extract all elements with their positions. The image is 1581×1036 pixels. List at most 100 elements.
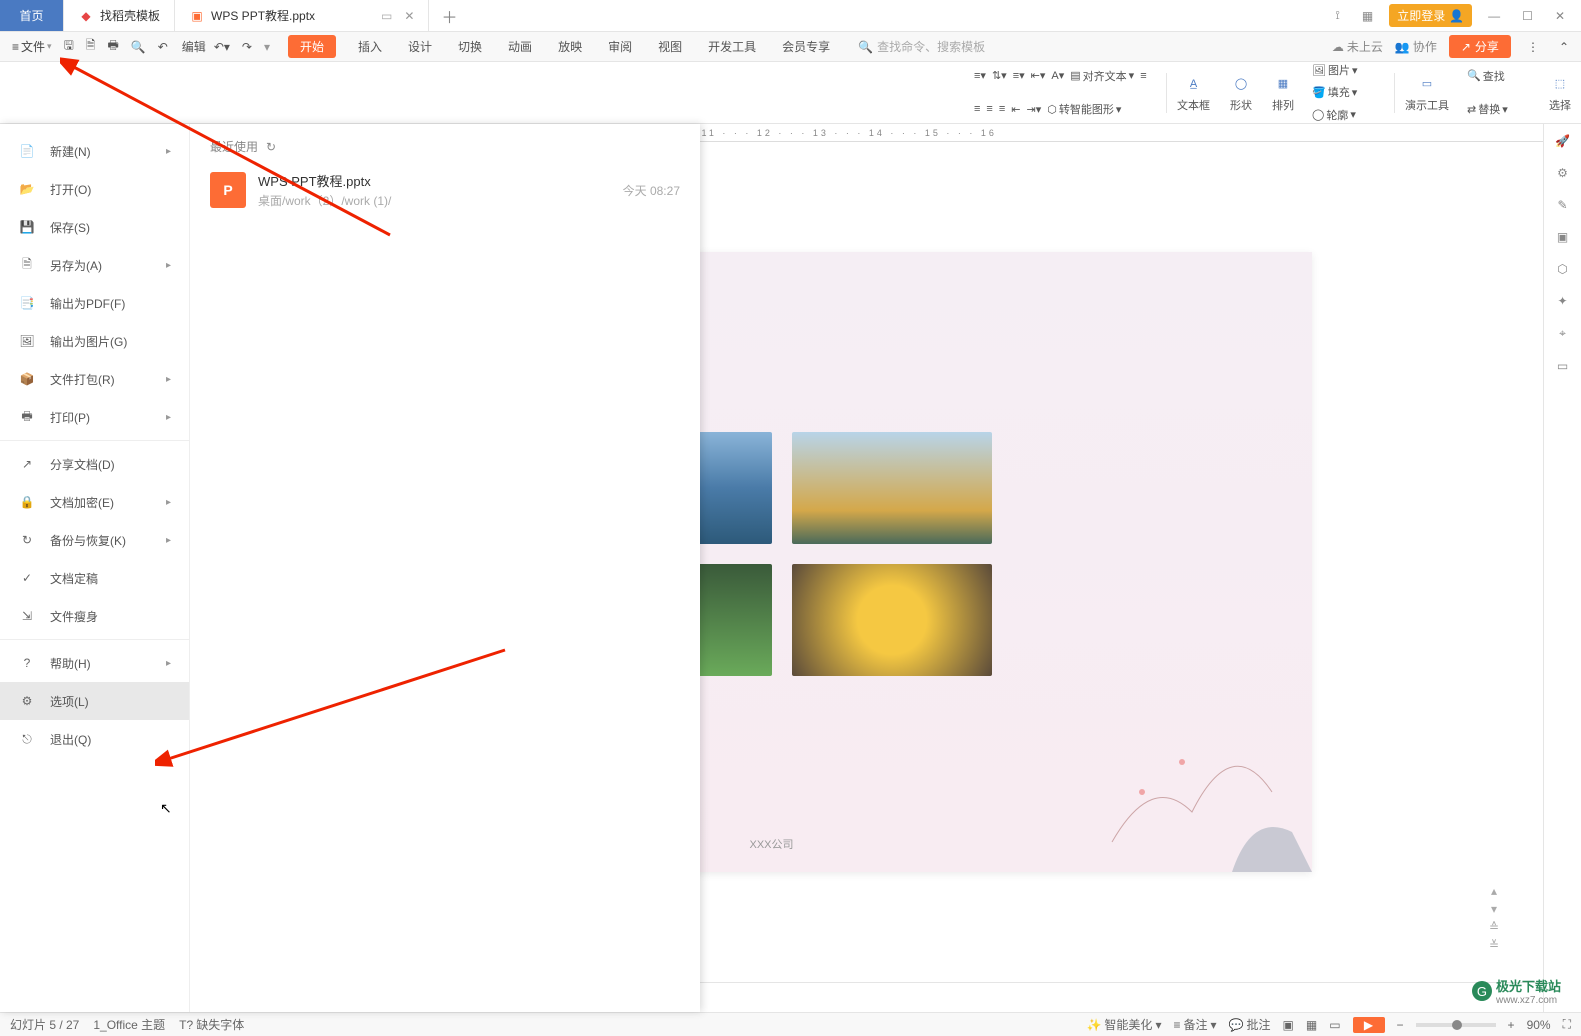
menu-insert[interactable]: 插入: [354, 36, 386, 57]
file-finalize[interactable]: ✓文档定稿: [0, 559, 189, 597]
replace-button[interactable]: ⇄替换▾: [1467, 101, 1508, 117]
cloud-button[interactable]: ☁未上云: [1332, 38, 1383, 55]
tab-reading-icon[interactable]: ▭: [381, 9, 392, 23]
vertical-scrollbar[interactable]: ▴ ▾ ≙ ≚: [1487, 294, 1501, 952]
indent-r[interactable]: ⇥▾: [1026, 103, 1041, 116]
layer-icon[interactable]: ▣: [1557, 230, 1568, 244]
view-reading-icon[interactable]: ▭: [1329, 1018, 1340, 1032]
notes-button[interactable]: ≡备注▾: [1173, 1016, 1216, 1033]
collab-button[interactable]: 👥协作: [1395, 38, 1437, 55]
file-export-img[interactable]: 🖼输出为图片(G): [0, 322, 189, 360]
close-icon[interactable]: ✕: [404, 9, 414, 23]
design-icon[interactable]: 🚀: [1555, 134, 1570, 148]
grid-icon[interactable]: ▦: [1356, 9, 1379, 23]
file-save[interactable]: 💾保存(S): [0, 208, 189, 246]
animation-icon[interactable]: ✦: [1557, 294, 1567, 308]
prev-slide-icon[interactable]: ≙: [1489, 920, 1499, 934]
menu-design[interactable]: 设计: [404, 36, 436, 57]
beautify-button[interactable]: ✨智能美化▾: [1086, 1016, 1161, 1033]
dropdown-icon[interactable]: ▾: [260, 38, 274, 56]
search-input[interactable]: 🔍 查找命令、搜索模板: [858, 38, 985, 55]
indent-button[interactable]: ⇤▾: [1031, 69, 1046, 82]
file-encrypt[interactable]: 🔒文档加密(E)▸: [0, 483, 189, 521]
menu-show[interactable]: 放映: [554, 36, 586, 57]
undo-button[interactable]: ↶▾: [210, 38, 234, 56]
file-export-pdf[interactable]: 📑输出为PDF(F): [0, 284, 189, 322]
share-button[interactable]: ↗分享: [1449, 35, 1511, 58]
menu-member[interactable]: 会员专享: [778, 36, 834, 57]
file-backup[interactable]: ↻备份与恢复(K)▸: [0, 521, 189, 559]
file-options[interactable]: ⚙选项(L): [0, 682, 189, 720]
file-package[interactable]: 📦文件打包(R)▸: [0, 360, 189, 398]
file-share-doc[interactable]: ↗分享文档(D): [0, 445, 189, 483]
select-button[interactable]: ⬚选择: [1539, 62, 1581, 123]
maximize-button[interactable]: ☐: [1516, 9, 1539, 23]
menu-animation[interactable]: 动画: [504, 36, 536, 57]
zoom-level[interactable]: 90%: [1527, 1018, 1551, 1032]
menu-transition[interactable]: 切换: [454, 36, 486, 57]
next-slide-icon[interactable]: ≚: [1489, 938, 1499, 952]
fit-button[interactable]: ⛶: [1563, 1017, 1571, 1032]
style-icon[interactable]: ✎: [1557, 198, 1567, 212]
redo-button[interactable]: ↷: [238, 38, 256, 56]
present-tool-button[interactable]: ▭演示工具: [1395, 62, 1459, 123]
shape-button[interactable]: ◯形状: [1220, 62, 1262, 123]
justify-l[interactable]: ≡: [1140, 70, 1146, 82]
tab-home[interactable]: 首页: [0, 0, 64, 31]
view-sorter-icon[interactable]: ▦: [1306, 1018, 1317, 1032]
justify-r[interactable]: ≡: [986, 103, 992, 115]
picture-button[interactable]: 🖼图片▾: [1312, 62, 1358, 78]
find-button[interactable]: 🔍查找: [1467, 68, 1505, 84]
close-window-button[interactable]: ✕: [1549, 9, 1571, 23]
edit-dropdown[interactable]: 编辑: [182, 38, 206, 55]
indent-l[interactable]: ⇤: [1011, 103, 1020, 116]
list-button[interactable]: ≡▾: [974, 69, 986, 82]
more-icon[interactable]: ⋮: [1523, 38, 1543, 56]
zoom-in-button[interactable]: +: [1508, 1018, 1515, 1032]
tab-add-button[interactable]: ＋: [429, 0, 469, 31]
view-normal-icon[interactable]: ▣: [1283, 1018, 1294, 1032]
file-open[interactable]: 📂打开(O): [0, 170, 189, 208]
tab-document[interactable]: ▣ WPS PPT教程.pptx ▭ ✕: [175, 0, 429, 31]
file-menu-button[interactable]: ≡ 文件 ▾: [8, 36, 56, 57]
save-icon[interactable]: 🖫: [60, 34, 78, 59]
recent-file[interactable]: P WPS PPT教程.pptx 桌面/work（2）/work (1)/ 今天…: [210, 165, 680, 215]
zoom-out-button[interactable]: −: [1397, 1018, 1404, 1032]
file-slim[interactable]: ⇲文件瘦身: [0, 597, 189, 635]
file-saveas[interactable]: 🗎另存为(A)▸: [0, 246, 189, 284]
align-text-button[interactable]: ▤对齐文本▾: [1070, 68, 1134, 84]
justify-c[interactable]: ≡: [974, 103, 980, 115]
scroll-up-icon[interactable]: ▴: [1491, 884, 1497, 898]
location-icon[interactable]: ⌖: [1559, 326, 1566, 341]
arrange-button[interactable]: ▦排列: [1262, 62, 1304, 123]
settings-icon[interactable]: ⚙: [1557, 166, 1568, 180]
play-button[interactable]: ▶: [1353, 1017, 1385, 1033]
menu-dev[interactable]: 开发工具: [704, 36, 760, 57]
zoom-slider[interactable]: [1416, 1023, 1496, 1027]
layout-icon[interactable]: ⟟: [1329, 8, 1345, 23]
note-icon[interactable]: ▭: [1557, 359, 1568, 373]
outline-button[interactable]: ◯轮廓▾: [1312, 107, 1356, 123]
undo-icon[interactable]: ↶: [154, 38, 172, 56]
comments-button[interactable]: 💬批注: [1229, 1016, 1271, 1033]
collapse-ribbon-icon[interactable]: ⌃: [1555, 38, 1573, 56]
login-button[interactable]: 立即登录👤: [1389, 4, 1472, 27]
menu-review[interactable]: 审阅: [604, 36, 636, 57]
refresh-icon[interactable]: ↻: [266, 140, 276, 154]
smart-graphic-button[interactable]: ⬡转智能图形▾: [1047, 101, 1121, 117]
textbox-button[interactable]: A̲文本框: [1167, 62, 1220, 123]
slide-image-2[interactable]: [792, 432, 992, 544]
menu-view[interactable]: 视图: [654, 36, 686, 57]
slide-image-4[interactable]: [792, 564, 992, 676]
align-button[interactable]: ≡▾: [1013, 69, 1025, 82]
scroll-down-icon[interactable]: ▾: [1491, 902, 1497, 916]
justify-f[interactable]: ≡: [999, 103, 1005, 115]
template-icon[interactable]: ⬡: [1557, 262, 1567, 276]
tab-template[interactable]: ◆ 找稻壳模板: [64, 0, 175, 31]
file-print[interactable]: 🖶打印(P)▸: [0, 398, 189, 436]
fill-button[interactable]: 🪣填充▾: [1312, 84, 1357, 100]
preview-icon[interactable]: 🔍: [127, 38, 150, 56]
minimize-button[interactable]: —: [1482, 9, 1506, 23]
linespace-button[interactable]: ⇅▾: [992, 69, 1007, 82]
file-new[interactable]: 📄新建(N)▸: [0, 132, 189, 170]
